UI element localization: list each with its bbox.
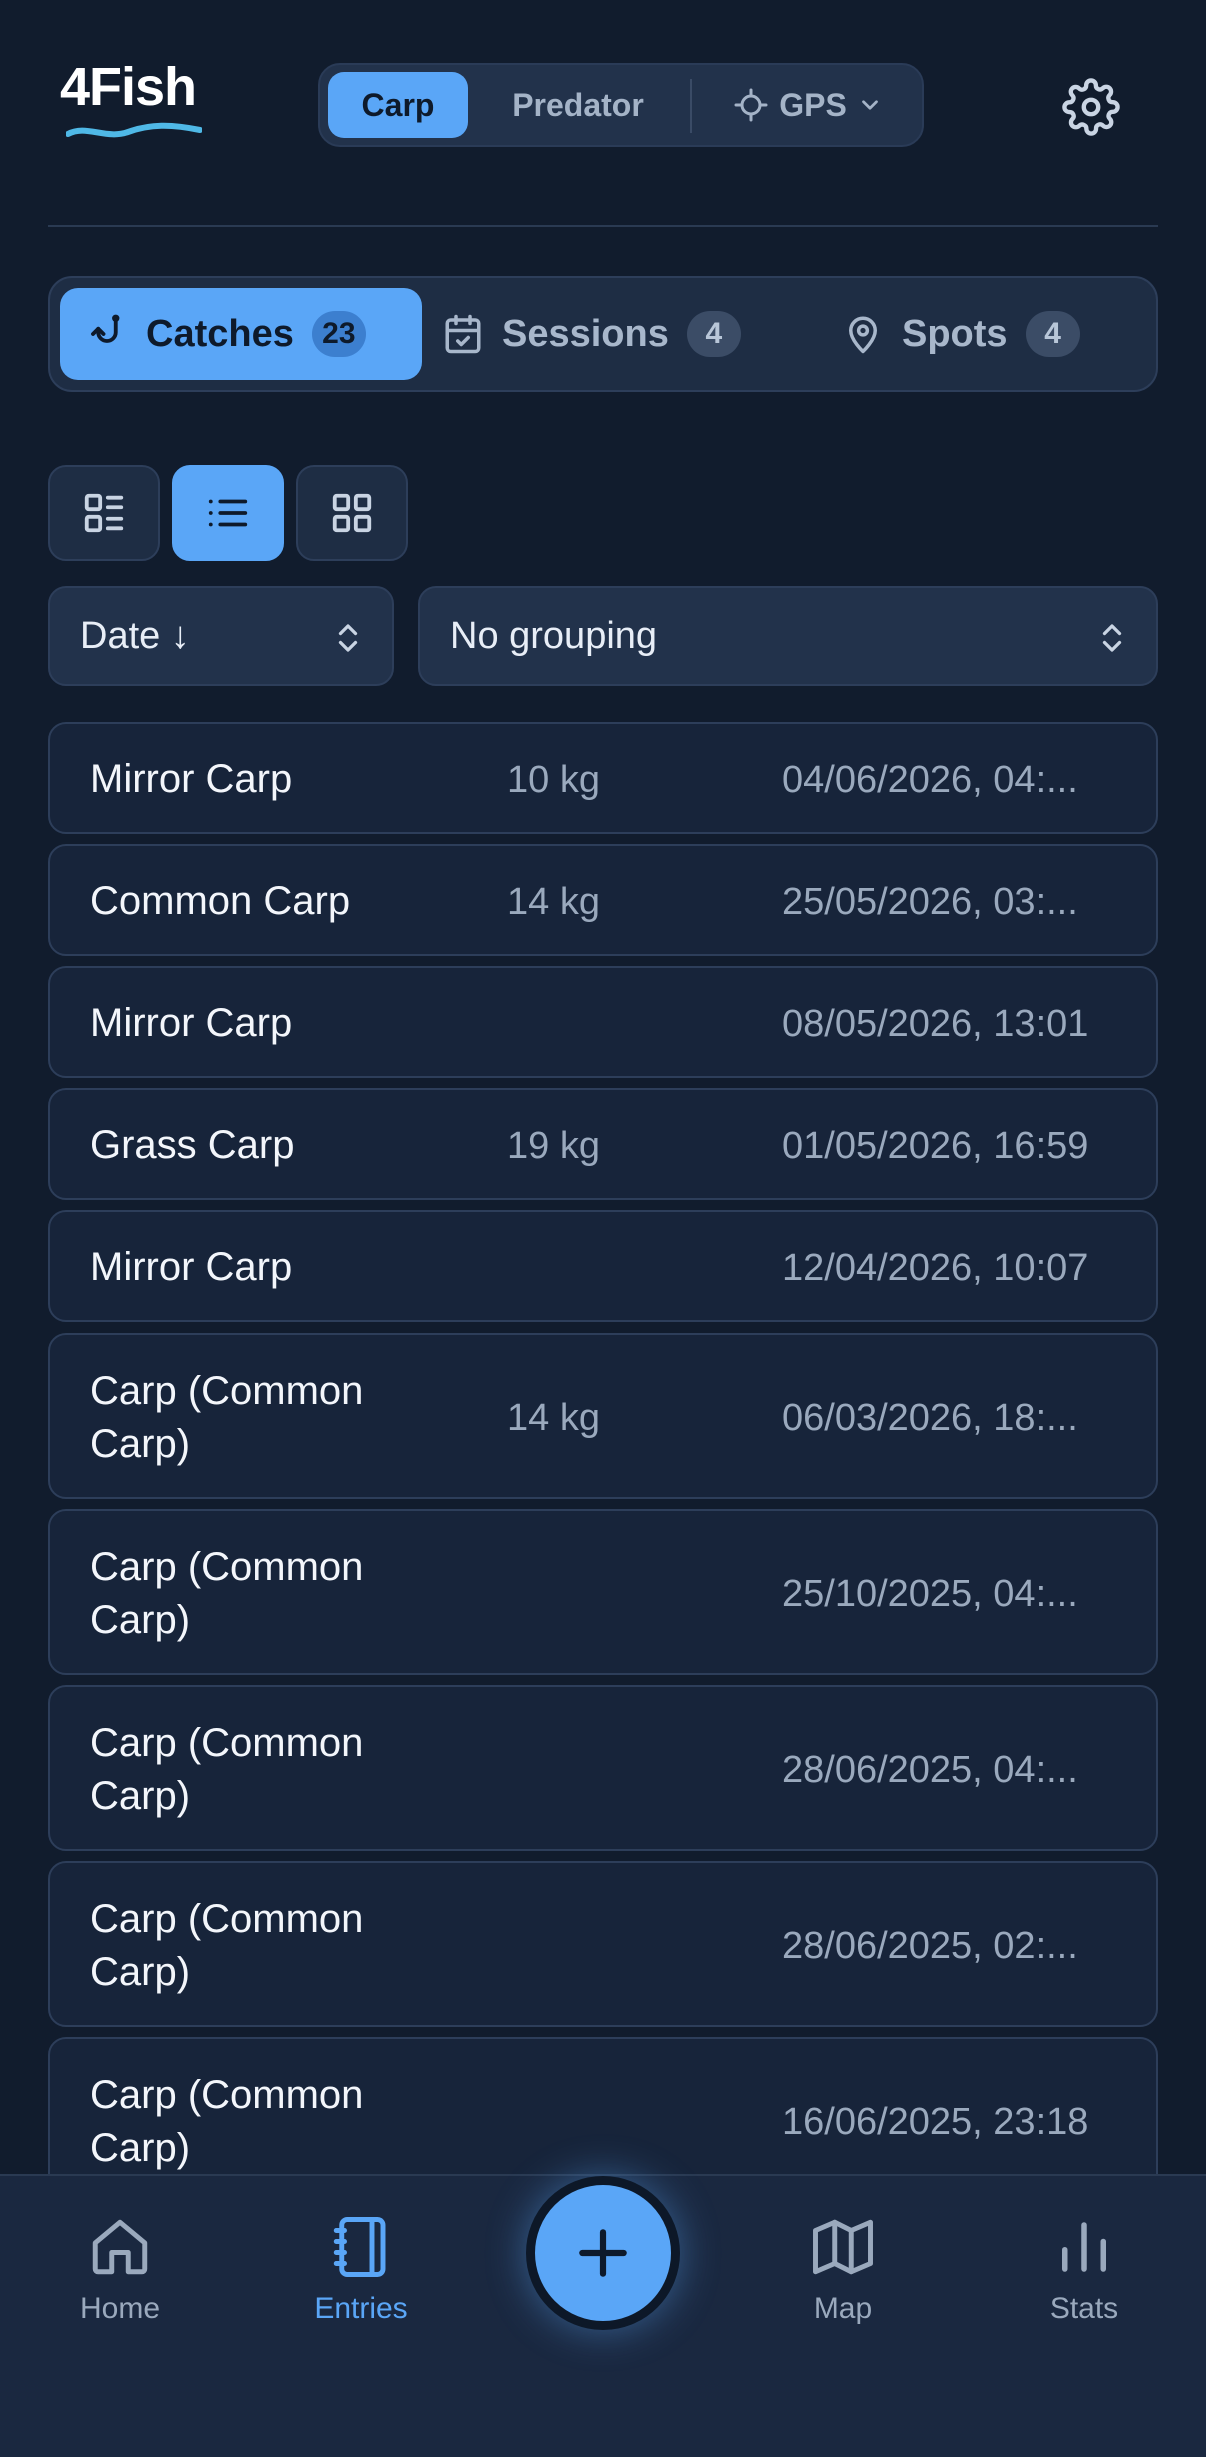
- catch-weight: 14 kg: [507, 881, 600, 923]
- catch-date: 06/03/2026, 18:...: [782, 1397, 1078, 1439]
- header-divider: [48, 225, 1158, 227]
- list-icon: [208, 499, 248, 527]
- settings-button[interactable]: [1062, 78, 1120, 136]
- updown-chevron-icon: [338, 624, 358, 652]
- view-grid-button[interactable]: [296, 465, 408, 561]
- map-icon: [813, 2219, 873, 2275]
- calendar-check-icon: [445, 314, 481, 354]
- tab-catches-label: Catches: [146, 312, 294, 355]
- gear-icon: [1062, 78, 1120, 136]
- tab-spots-count: 4: [1025, 311, 1080, 357]
- gps-label: GPS: [779, 86, 847, 123]
- catch-date: 01/05/2026, 16:59: [782, 1125, 1089, 1167]
- grid-icon: [332, 493, 372, 533]
- catch-date: 08/05/2026, 13:01: [782, 1003, 1089, 1045]
- list-item[interactable]: Carp (Common Carp) 28/06/2025, 02:...: [48, 1861, 1158, 2027]
- catch-weight: 10 kg: [507, 759, 600, 801]
- tab-sessions-count: 4: [686, 311, 741, 357]
- gps-location-button[interactable]: GPS: [704, 72, 912, 138]
- catch-name: Carp (Common Carp): [90, 1897, 364, 1994]
- species-mode-switch: Carp Predator GPS: [318, 63, 924, 147]
- bar-chart-icon: [1062, 2222, 1106, 2272]
- list-item[interactable]: Carp (Common Carp) 25/10/2025, 04:...: [48, 1509, 1158, 1675]
- tab-spots[interactable]: Spots 4: [842, 288, 1142, 380]
- catch-name: Mirror Carp: [90, 1001, 293, 1045]
- tab-catches-count: 23: [311, 311, 366, 357]
- catch-date: 28/06/2025, 02:...: [782, 1925, 1078, 1967]
- catch-name: Mirror Carp: [90, 757, 293, 801]
- notebook-icon: [333, 2217, 386, 2277]
- catch-date: 12/04/2026, 10:07: [782, 1247, 1089, 1289]
- list-item[interactable]: Mirror Carp 08/05/2026, 13:01: [48, 966, 1158, 1078]
- view-detail-list-button[interactable]: [48, 465, 160, 561]
- catch-name: Mirror Carp: [90, 1245, 293, 1289]
- grouping-select-value: No grouping: [450, 614, 658, 657]
- catch-date: 25/05/2026, 03:...: [782, 881, 1078, 923]
- catch-date: 04/06/2026, 04:...: [782, 759, 1078, 801]
- map-pin-icon: [849, 316, 877, 354]
- catch-name: Carp (Common Carp): [90, 1369, 364, 1466]
- mode-predator-button[interactable]: Predator: [480, 72, 676, 138]
- nav-map[interactable]: Map: [763, 2214, 923, 2326]
- chevron-down-icon: [861, 100, 878, 110]
- tab-spots-label: Spots: [902, 312, 1008, 355]
- sort-select-value: Date ↓: [80, 614, 190, 657]
- tab-sessions-label: Sessions: [502, 312, 669, 355]
- tab-catches[interactable]: Catches 23: [60, 288, 422, 380]
- list-item[interactable]: Carp (Common Carp) 14 kg 06/03/2026, 18:…: [48, 1333, 1158, 1499]
- list-item[interactable]: Mirror Carp 12/04/2026, 10:07: [48, 1210, 1158, 1322]
- catch-date: 16/06/2025, 23:18: [782, 2101, 1089, 2143]
- grouping-select[interactable]: No grouping: [418, 586, 1158, 686]
- add-entry-button[interactable]: [526, 2176, 680, 2330]
- nav-home-label: Home: [79, 2292, 161, 2325]
- mode-carp-button[interactable]: Carp: [328, 72, 468, 138]
- list-item[interactable]: Grass Carp 19 kg 01/05/2026, 16:59: [48, 1088, 1158, 1200]
- mode-divider: [690, 79, 692, 133]
- nav-entries-label: Entries: [314, 2292, 408, 2325]
- logo-wave-icon: [66, 122, 202, 138]
- nav-stats[interactable]: Stats: [1004, 2214, 1164, 2326]
- catch-name: Carp (Common Carp): [90, 2073, 364, 2170]
- detail-list-icon: [84, 493, 124, 533]
- catch-date: 28/06/2025, 04:...: [782, 1749, 1078, 1791]
- nav-entries[interactable]: Entries: [281, 2214, 441, 2326]
- entries-tabs: Catches 23 Sessions 4 Spots 4: [48, 276, 1158, 392]
- home-icon: [92, 2219, 148, 2275]
- catch-name: Common Carp: [90, 879, 351, 923]
- view-list-button[interactable]: [172, 465, 284, 561]
- catch-date: 25/10/2025, 04:...: [782, 1573, 1078, 1615]
- nav-home[interactable]: Home: [40, 2214, 200, 2326]
- sort-select[interactable]: Date ↓: [48, 586, 394, 686]
- tab-sessions[interactable]: Sessions 4: [442, 288, 782, 380]
- crosshair-icon: [734, 88, 768, 122]
- plus-icon: [579, 2229, 627, 2277]
- catch-name: Carp (Common Carp): [90, 1721, 364, 1818]
- list-item[interactable]: Common Carp 14 kg 25/05/2026, 03:...: [48, 844, 1158, 956]
- catch-name: Grass Carp: [90, 1123, 295, 1167]
- logo-text: 4Fish: [60, 57, 197, 117]
- catch-name: Carp (Common Carp): [90, 1545, 364, 1642]
- list-item[interactable]: Carp (Common Carp) 28/06/2025, 04:...: [48, 1685, 1158, 1851]
- catch-weight: 19 kg: [507, 1125, 600, 1167]
- catch-weight: 14 kg: [507, 1397, 600, 1439]
- nav-stats-label: Stats: [1049, 2292, 1119, 2325]
- list-item[interactable]: Mirror Carp 10 kg 04/06/2026, 04:...: [48, 722, 1158, 834]
- nav-map-label: Map: [813, 2292, 873, 2325]
- app-logo: 4Fish: [60, 60, 210, 150]
- fish-hook-icon: [91, 314, 120, 343]
- updown-chevron-icon: [1102, 624, 1122, 652]
